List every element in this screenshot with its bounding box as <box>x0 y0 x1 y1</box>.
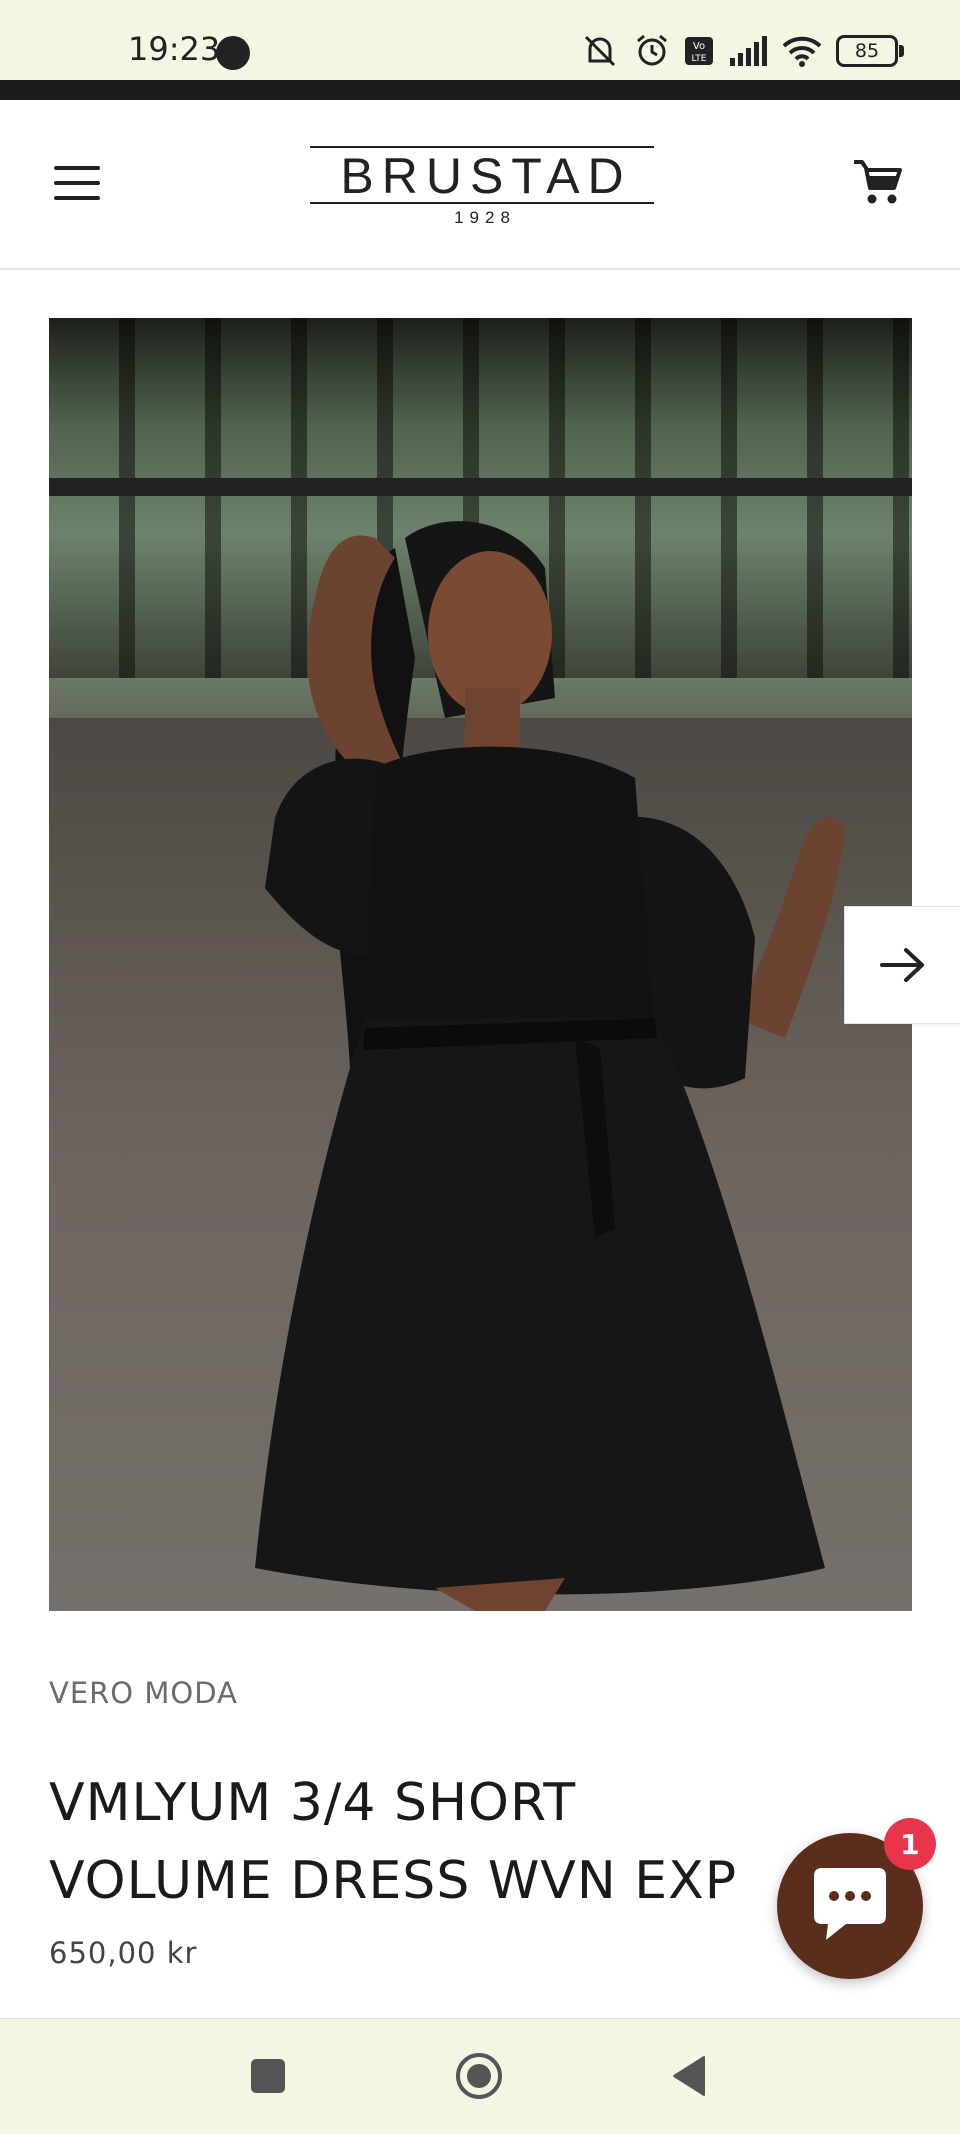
site-header: BRUSTAD 1928 <box>0 100 960 270</box>
gallery-next-button[interactable] <box>844 906 960 1024</box>
recent-apps-button[interactable] <box>251 2059 285 2093</box>
arrow-right-icon <box>880 948 924 982</box>
product-price: 650,00 kr <box>49 1936 198 1970</box>
mute-icon <box>584 35 616 67</box>
svg-text:LTE: LTE <box>692 54 707 64</box>
logo-name: BRUSTAD <box>340 148 632 204</box>
svg-text:Vo: Vo <box>693 41 705 52</box>
model-figure <box>255 521 845 1611</box>
product-title: VMLYUM 3/4 SHORT VOLUME DRESS WVN EXP <box>49 1773 738 1911</box>
status-icons: Vo LTE 85 <box>580 28 904 74</box>
hamburger-menu-icon[interactable] <box>54 166 100 200</box>
wifi-icon <box>782 36 822 67</box>
status-divider <box>0 80 960 100</box>
alarm-icon <box>637 34 667 66</box>
back-button[interactable] <box>672 2055 706 2097</box>
system-nav-bar <box>0 2018 960 2134</box>
shopping-cart-icon[interactable] <box>852 156 904 208</box>
chat-notification-badge: 1 <box>884 1818 936 1870</box>
moon-icon <box>216 36 250 70</box>
logo-year: 1928 <box>454 208 516 227</box>
product-image[interactable] <box>49 318 912 1611</box>
chat-bubble-icon <box>814 1868 886 1940</box>
home-button[interactable] <box>455 2052 503 2100</box>
product-vendor[interactable]: VERO MODA <box>49 1676 238 1710</box>
volte-icon: Vo LTE <box>685 37 713 65</box>
battery-icon: 85 <box>836 35 904 67</box>
brand-logo[interactable]: BRUSTAD 1928 <box>310 146 654 228</box>
signal-icon <box>730 36 767 66</box>
status-bar: 19:23 Vo LTE 85 <box>0 0 960 80</box>
status-time: 19:23 <box>128 30 221 68</box>
